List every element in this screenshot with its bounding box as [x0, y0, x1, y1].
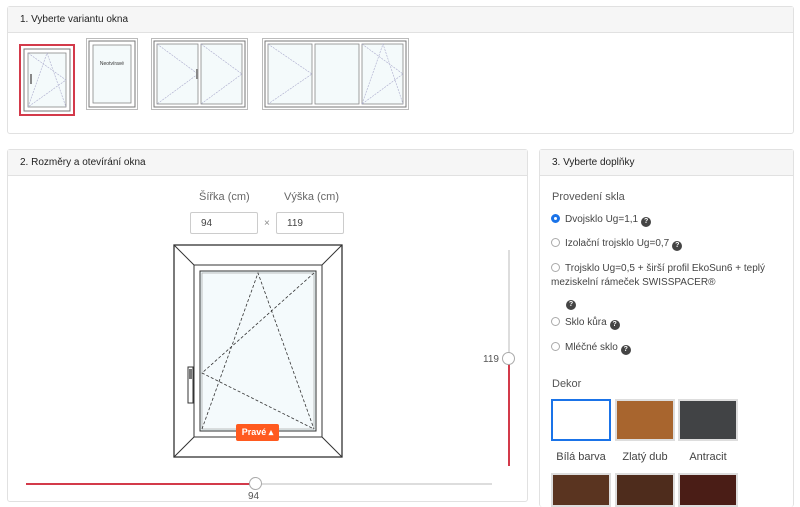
variant-single-tilt-turn[interactable]: [19, 44, 75, 116]
height-slider-value: 119: [483, 354, 499, 365]
decor-label: Antracit: [689, 451, 727, 463]
width-slider-fill: [26, 483, 256, 485]
radio[interactable]: [551, 317, 560, 326]
panel-title: 2. Rozměry a otevírání okna: [8, 150, 527, 176]
variant-fixed[interactable]: Neotvíravé: [86, 38, 138, 110]
width-slider-track[interactable]: [256, 483, 492, 485]
decor-label: Bílá barva: [556, 451, 606, 463]
glass-option-triple[interactable]: Izolační trojsklo Ug=0,7?: [551, 237, 786, 251]
height-slider-knob[interactable]: [502, 352, 515, 365]
radio[interactable]: [551, 238, 560, 247]
height-slider-track[interactable]: [508, 250, 510, 358]
decor-swatch-golden-oak[interactable]: [615, 399, 675, 441]
radio[interactable]: [551, 263, 560, 272]
decor-swatch-anthracite[interactable]: [678, 399, 738, 441]
height-input[interactable]: 119: [276, 212, 344, 234]
radio[interactable]: [551, 342, 560, 351]
width-input[interactable]: 94: [190, 212, 258, 234]
glass-option-milky[interactable]: Mléčné sklo?: [551, 341, 786, 355]
height-label: Výška (cm): [284, 191, 339, 203]
decor-label: Zlatý dub: [622, 451, 668, 463]
help-icon[interactable]: ?: [620, 345, 631, 355]
glass-option-triple-ekosun[interactable]: Trojsklo Ug=0,5 + širší profil EkoSun6 +…: [551, 262, 787, 290]
panel-title: 1. Vyberte variantu okna: [8, 7, 793, 33]
window-variant-icon: [88, 40, 136, 108]
glass-option-label: Izolační trojsklo Ug=0,7: [565, 238, 670, 249]
width-label: Šířka (cm): [199, 191, 250, 203]
glass-option-label: Dvojsklo Ug=1,1: [565, 214, 639, 225]
variant-triple[interactable]: [262, 38, 409, 110]
decor-swatch-dark-oak[interactable]: [615, 473, 675, 507]
decor-swatch-walnut[interactable]: [551, 473, 611, 507]
times-sign: ×: [264, 218, 270, 229]
help-icon[interactable]: ?: [641, 217, 652, 227]
glass-option-double[interactable]: Dvojsklo Ug=1,1?: [551, 213, 786, 227]
decor-swatch-white[interactable]: [551, 399, 611, 441]
glass-option-label: Mléčné sklo: [565, 342, 618, 353]
width-slider-value: 94: [248, 491, 260, 502]
radio-checked[interactable]: [551, 214, 560, 223]
fixed-label: Neotvíravé: [99, 61, 125, 67]
help-icon[interactable]: ?: [672, 241, 683, 251]
panel-title: 3. Vyberte doplňky: [540, 150, 793, 176]
help-icon[interactable]: ?: [566, 300, 576, 310]
help-icon[interactable]: ?: [609, 320, 620, 330]
glass-option-label: Sklo kůra: [565, 317, 607, 328]
window-variant-icon: [264, 40, 407, 108]
width-slider-knob[interactable]: [249, 477, 262, 490]
window-variant-icon: [153, 40, 246, 108]
glass-title: Provedení skla: [552, 191, 625, 203]
window-variant-icon: [23, 48, 71, 112]
variant-double[interactable]: [151, 38, 248, 110]
glass-option-label: Trojsklo Ug=0,5 + širší profil EkoSun6 +…: [551, 263, 765, 288]
glass-option-bark[interactable]: Sklo kůra?: [551, 316, 786, 330]
decor-title: Dekor: [552, 378, 582, 390]
decor-swatch-mahogany[interactable]: [678, 473, 738, 507]
height-slider-fill: [508, 358, 510, 466]
opening-side-button[interactable]: Pravé ▴: [236, 424, 279, 441]
